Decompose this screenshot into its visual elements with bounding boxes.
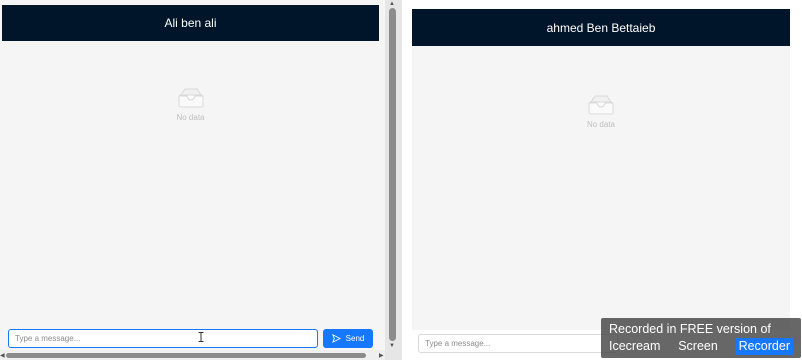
send-button[interactable]: Send [323,329,373,348]
vertical-scrollbar-thumb[interactable] [389,8,396,341]
watermark-line-1: Recorded in FREE version of [609,322,771,336]
message-input-placeholder: Type a message... [15,334,81,343]
scroll-right-arrow-icon[interactable]: ▶ [379,352,384,359]
watermark-line-2: Icecream Screen Recorder [609,338,793,355]
horizontal-scrollbar-thumb[interactable] [6,353,366,358]
message-input[interactable]: Type a message... [418,334,618,353]
send-icon [331,334,341,343]
empty-state-label: No data [586,120,616,129]
watermark-word-3: Recorder [735,338,793,355]
chat-header: ahmed Ben Bettaieb [412,9,790,46]
empty-state: No data [2,87,379,122]
inbox-icon [588,95,614,115]
left-chat-pane: Ali ben ali No data Type a message... Se… [0,0,385,360]
recorder-watermark: Recorded in FREE version of Icecream Scr… [601,318,801,358]
inbox-icon [178,88,203,108]
send-button-label: Send [345,334,365,343]
message-input-placeholder: Type a message... [425,339,491,348]
scroll-up-arrow-icon[interactable]: ▲ [389,1,395,7]
chat-header-title: Ali ben ali [164,16,217,30]
empty-state-label: No data [176,113,205,122]
chat-header-title: ahmed Ben Bettaieb [546,20,656,35]
scroll-down-arrow-icon[interactable]: ▼ [389,343,395,349]
message-list: No data [2,41,379,323]
watermark-word-2: Screen [678,339,718,353]
text-cursor-icon [198,332,204,342]
right-chat-pane: ahmed Ben Bettaieb No data Type a messag… [402,0,802,360]
scroll-left-arrow-icon[interactable]: ◀ [0,352,5,359]
composer: Type a message... Send [8,329,373,348]
watermark-word-1: Icecream [609,339,661,353]
message-list: No data [412,46,790,330]
chat-header: Ali ben ali [2,5,379,41]
message-input[interactable]: Type a message... [8,329,318,348]
empty-state: No data [412,94,790,129]
